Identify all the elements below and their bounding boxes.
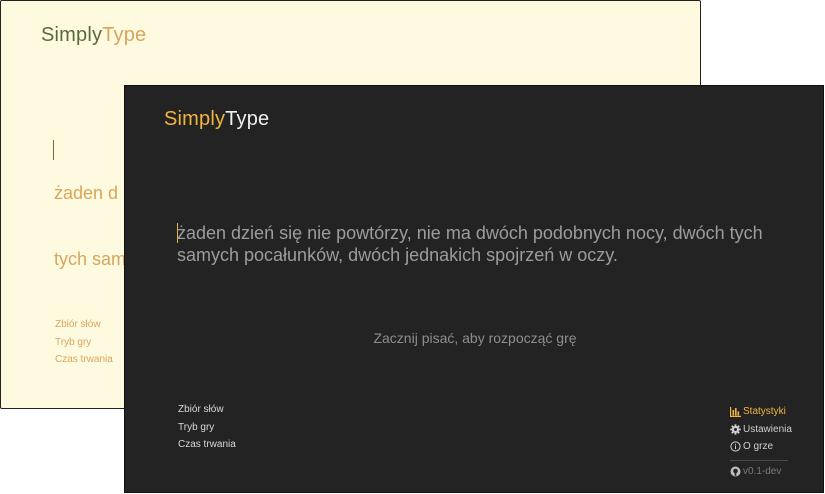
game-options-menu: Zbiór słów Tryb gry Czas trwania — [178, 404, 236, 457]
stats-link[interactable]: Statystyki — [730, 403, 792, 421]
side-links: Statystyki Ustawienia O grze v0.1-dev — [730, 403, 792, 480]
game-options-menu: Zbiór słów Tryb gry Czas trwania — [55, 319, 113, 372]
menu-item-duration[interactable]: Czas trwania — [55, 354, 113, 372]
typing-text-line: żaden d — [54, 183, 119, 203]
typing-text-line: tych sam — [54, 249, 127, 269]
stats-label: Statystyki — [743, 406, 786, 418]
settings-link[interactable]: Ustawienia — [730, 421, 792, 439]
dark-theme-window: SimplyType żaden dzień się nie powtórzy,… — [124, 85, 824, 493]
github-icon — [730, 466, 741, 477]
logo-simply: Simply — [164, 108, 226, 130]
typing-text: żaden d tych sam — [54, 138, 134, 314]
logo-type: Type — [225, 108, 270, 130]
stats-icon — [730, 406, 741, 417]
info-icon — [730, 441, 741, 453]
start-hint: Zacznij pisać, aby rozpocząć grę — [373, 330, 577, 346]
logo-type: Type — [102, 24, 147, 46]
logo[interactable]: SimplyType — [41, 24, 146, 47]
github-link[interactable]: v0.1-dev — [730, 463, 792, 481]
menu-item-word-set[interactable]: Zbiór słów — [55, 319, 113, 337]
settings-label: Ustawienia — [743, 423, 792, 435]
divider — [730, 459, 788, 461]
menu-item-word-set[interactable]: Zbiór słów — [178, 404, 236, 422]
version-label: v0.1-dev — [743, 466, 782, 478]
logo[interactable]: SimplyType — [164, 108, 269, 131]
about-link[interactable]: O grze — [730, 438, 792, 456]
menu-item-game-mode[interactable]: Tryb gry — [178, 422, 236, 440]
typing-text[interactable]: żaden dzień się nie powtórzy, nie ma dwó… — [177, 222, 777, 266]
menu-item-duration[interactable]: Czas trwania — [178, 439, 236, 457]
about-label: O grze — [743, 441, 774, 453]
logo-simply: Simply — [41, 24, 103, 46]
gear-icon — [730, 424, 741, 435]
menu-item-game-mode[interactable]: Tryb gry — [55, 337, 113, 355]
